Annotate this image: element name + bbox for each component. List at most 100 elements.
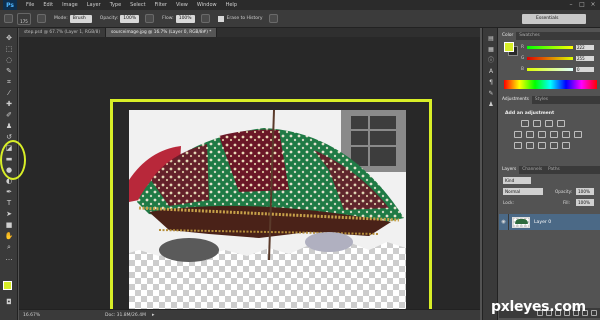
panels-column: Color Swatches R 222 G 255 B 0 Adjustmen… <box>499 28 600 320</box>
quick-select-tool-icon[interactable]: ✎ <box>4 67 14 76</box>
layer-thumbnail <box>512 216 530 228</box>
info-panel-icon[interactable]: ⓘ <box>486 56 496 65</box>
status-arrow-icon[interactable]: ▸ <box>152 312 155 318</box>
rectangle-tool-icon[interactable]: ■ <box>4 221 14 230</box>
brush-tool-icon[interactable]: ✐ <box>4 111 14 120</box>
hand-tool-icon[interactable]: ✋ <box>4 232 14 241</box>
path-selection-tool-icon[interactable]: ➤ <box>4 210 14 219</box>
slider-g-value[interactable]: 255 <box>576 55 594 61</box>
opacity-input[interactable]: 100% <box>120 14 140 23</box>
color-balance-icon[interactable] <box>538 131 546 138</box>
fill-input[interactable]: 100% <box>576 199 594 206</box>
blend-mode-select[interactable]: Normal <box>503 188 543 195</box>
history-panel-icon[interactable]: ▤ <box>486 34 496 43</box>
posterize-icon[interactable] <box>526 142 534 149</box>
canvas-area[interactable] <box>19 37 480 320</box>
clone-stamp-tool-icon[interactable]: ♟ <box>4 122 14 131</box>
tab-channels[interactable]: Channels <box>519 166 545 174</box>
eyedropper-tool-icon[interactable]: ⁄ <box>4 89 14 98</box>
flow-input[interactable]: 100% <box>175 14 195 23</box>
tab-color[interactable]: Color <box>499 32 517 40</box>
minimize-icon[interactable]: – <box>566 1 576 9</box>
threshold-icon[interactable] <box>538 142 546 149</box>
vibrance-icon[interactable] <box>514 131 522 138</box>
brush-panel-icon[interactable] <box>37 14 46 23</box>
workspace-select[interactable]: Essentials <box>522 14 586 24</box>
menu-select[interactable]: Select <box>130 2 145 8</box>
menu-layer[interactable]: Layer <box>87 2 101 8</box>
slider-b-track[interactable] <box>527 67 573 71</box>
brush-presets-icon[interactable]: ✎ <box>486 89 496 98</box>
channel-mixer-icon[interactable] <box>574 131 582 138</box>
photo-filter-icon[interactable] <box>562 131 570 138</box>
tab-paths[interactable]: Paths <box>545 166 563 174</box>
delete-layer-icon[interactable] <box>591 310 597 316</box>
mode-select[interactable]: Brush <box>69 14 92 23</box>
slider-r-track[interactable] <box>527 45 573 49</box>
slider-r[interactable]: R 222 <box>521 44 599 50</box>
pressure-opacity-icon[interactable] <box>145 14 155 23</box>
tab-swatches[interactable]: Swatches <box>516 32 543 40</box>
hue-saturation-icon[interactable] <box>526 131 534 138</box>
paragraph-panel-icon[interactable]: ¶ <box>486 78 496 87</box>
menu-edit[interactable]: Edit <box>43 2 53 8</box>
healing-brush-tool-icon[interactable]: ✚ <box>4 100 14 109</box>
maximize-icon[interactable]: □ <box>577 1 587 9</box>
invert-icon[interactable] <box>514 142 522 149</box>
type-tool-icon[interactable]: T <box>4 199 14 208</box>
foreground-color-swatch[interactable] <box>3 281 12 290</box>
menu-type[interactable]: Type <box>110 2 121 8</box>
erase-history-checkbox[interactable] <box>217 15 224 22</box>
slider-g-track[interactable] <box>527 56 573 60</box>
pen-tool-icon[interactable]: ✒ <box>4 188 14 197</box>
tab-adjustments[interactable]: Adjustments <box>499 96 532 104</box>
marquee-tool-icon[interactable]: ⬚ <box>4 45 14 54</box>
menu-file[interactable]: File <box>26 2 34 8</box>
menu-window[interactable]: Window <box>197 2 217 8</box>
opacity-label: Opacity: <box>99 16 119 21</box>
layer-kind-filter[interactable]: Kind <box>503 177 531 184</box>
doc-tab-step[interactable]: step.psd @ 67.7% (Layer 1, RGB/8) <box>19 28 107 37</box>
quick-mask-icon[interactable]: ◘ <box>4 298 14 307</box>
levels-icon[interactable] <box>533 120 541 127</box>
slider-g[interactable]: G 255 <box>521 55 599 61</box>
slider-b-value[interactable]: 0 <box>576 66 594 72</box>
slider-b[interactable]: B 0 <box>521 66 599 72</box>
color-spectrum-bar[interactable] <box>504 80 597 89</box>
clone-source-icon[interactable]: ♟ <box>486 100 496 109</box>
curves-icon[interactable] <box>545 120 553 127</box>
crop-tool-icon[interactable]: ⌗ <box>4 78 14 87</box>
visibility-eye-icon[interactable]: ◉ <box>499 214 509 230</box>
slider-r-value[interactable]: 222 <box>576 44 594 50</box>
brush-size-picker[interactable]: 175 <box>17 12 31 25</box>
layer-row[interactable]: ◉ Layer 0 <box>499 214 600 230</box>
tab-styles[interactable]: Styles <box>532 96 551 104</box>
mode-label: Mode: <box>54 16 68 21</box>
brightness-contrast-icon[interactable] <box>521 120 529 127</box>
menu-help[interactable]: Help <box>226 2 237 8</box>
menu-view[interactable]: View <box>176 2 188 8</box>
tab-layers[interactable]: Layers <box>499 166 520 174</box>
photoshop-logo: Ps <box>3 0 17 10</box>
color-foreground-swatch[interactable] <box>504 42 514 52</box>
doc-tab-sourceimage[interactable]: sourceimage.jpg @ 16.7% (Layer 0, RGB/8#… <box>106 28 218 37</box>
zoom-level[interactable]: 16.67% <box>23 313 45 318</box>
menu-image[interactable]: Image <box>62 2 78 8</box>
gradient-map-icon[interactable] <box>550 142 558 149</box>
menu-filter[interactable]: Filter <box>155 2 167 8</box>
layer-opacity-input[interactable]: 100% <box>576 188 594 195</box>
move-tool-icon[interactable]: ✥ <box>4 34 14 43</box>
extras-icon[interactable]: … <box>4 254 14 263</box>
lasso-tool-icon[interactable]: ◌ <box>4 56 14 65</box>
airbrush-icon[interactable] <box>200 14 210 23</box>
zoom-tool-icon[interactable]: ⌕ <box>4 243 14 252</box>
eraser-preset-icon[interactable] <box>4 14 13 23</box>
close-icon[interactable]: × <box>588 1 598 9</box>
properties-panel-icon[interactable]: ▦ <box>486 45 496 54</box>
black-white-icon[interactable] <box>550 131 558 138</box>
pressure-size-icon[interactable] <box>268 14 278 23</box>
exposure-icon[interactable] <box>557 120 565 127</box>
character-panel-icon[interactable]: A <box>486 67 496 76</box>
selective-color-icon[interactable] <box>562 142 570 149</box>
layer-name[interactable]: Layer 0 <box>534 220 551 225</box>
